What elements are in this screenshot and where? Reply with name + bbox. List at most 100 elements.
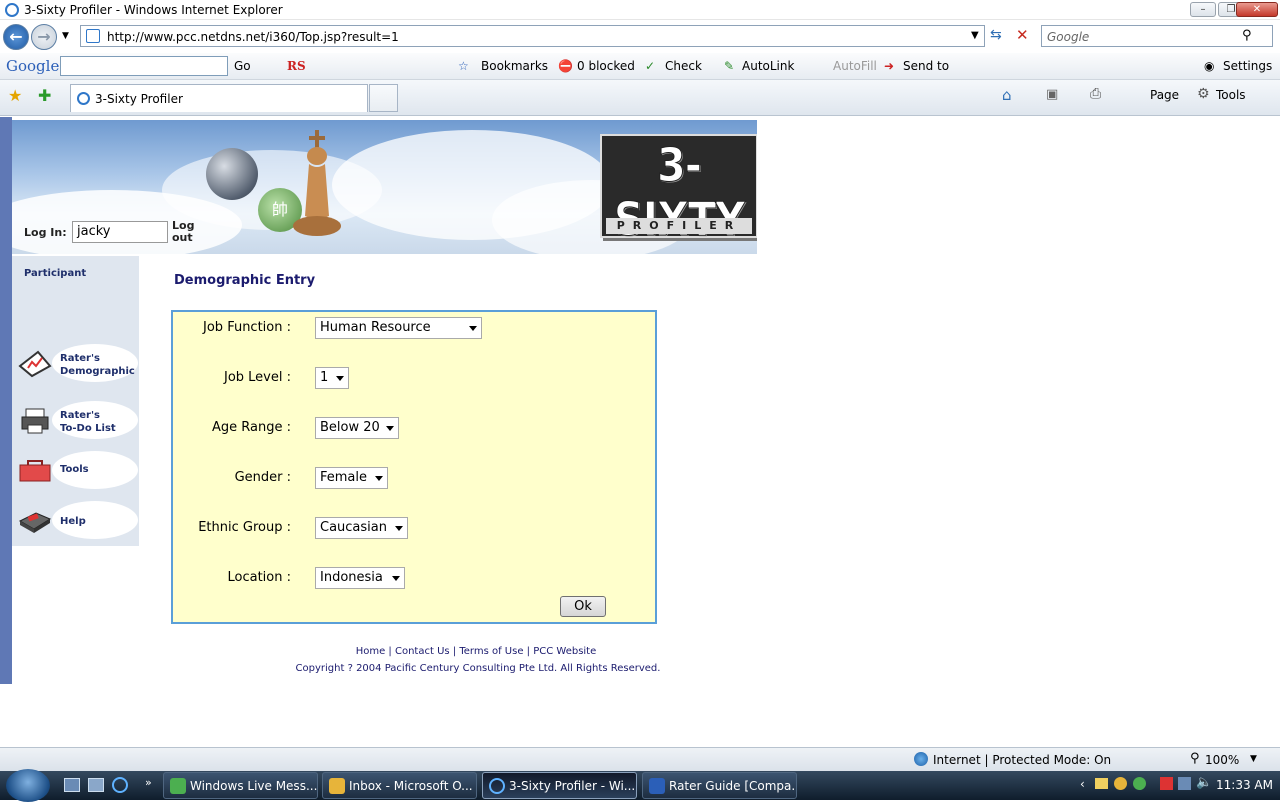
chevron-down-icon bbox=[336, 376, 344, 381]
taskbar-item-label: Rater Guide [Compa... bbox=[669, 779, 797, 793]
3-sixty-profiler-logo: 3-SIXTY PROFILER bbox=[600, 134, 757, 247]
security-zone-text[interactable]: Internet | Protected Mode: On bbox=[933, 753, 1111, 767]
footer-pcc-link[interactable]: PCC Website bbox=[533, 646, 596, 657]
search-placeholder: Google bbox=[1047, 30, 1090, 44]
sidebar-item-label: Rater's bbox=[60, 410, 100, 421]
zoom-icon: ⚲ bbox=[1190, 751, 1200, 766]
autofill-button[interactable]: AutoFill bbox=[833, 59, 877, 73]
sidebar-item-raters-demographic[interactable]: Rater's Demographic bbox=[18, 344, 138, 382]
google-go-button[interactable]: Go bbox=[234, 59, 251, 73]
forward-button[interactable]: → bbox=[31, 24, 57, 50]
home-icon[interactable]: ⌂ bbox=[1002, 86, 1012, 104]
gender-select[interactable]: Female bbox=[315, 467, 388, 489]
send-to-button[interactable]: Send to bbox=[903, 59, 949, 73]
feeds-icon[interactable]: ▣ bbox=[1046, 87, 1058, 102]
ie-icon bbox=[5, 3, 19, 17]
popup-blocked-count[interactable]: 0 blocked bbox=[577, 59, 635, 73]
ok-button[interactable]: Ok bbox=[560, 596, 606, 617]
google-logo: Google bbox=[6, 57, 60, 75]
sidebar-section-participant: Participant bbox=[24, 268, 87, 279]
footer-terms-link[interactable]: Terms of Use bbox=[459, 646, 523, 657]
taskbar-item-3-sixty-profiler[interactable]: 3-Sixty Profiler - Wi... bbox=[482, 772, 637, 799]
printer-icon bbox=[18, 405, 52, 435]
autolink-button[interactable]: AutoLink bbox=[742, 59, 794, 73]
tray-buddy-icon[interactable] bbox=[1133, 777, 1146, 790]
show-desktop-icon[interactable] bbox=[64, 778, 80, 792]
bookmark-star-icon[interactable]: ☆ bbox=[458, 59, 469, 73]
taskbar-item-label: Inbox - Microsoft O... bbox=[349, 779, 473, 793]
taskbar-item-inbox-outlook[interactable]: Inbox - Microsoft O... bbox=[322, 772, 477, 799]
back-button[interactable]: ← bbox=[3, 24, 29, 50]
age-range-select[interactable]: Below 20 bbox=[315, 417, 399, 439]
logout-link[interactable]: Log out bbox=[172, 220, 194, 244]
login-username-input[interactable]: jacky bbox=[72, 221, 168, 243]
sidebar-item-tools[interactable]: Tools bbox=[18, 451, 138, 489]
window-title: 3-Sixty Profiler - Windows Internet Expl… bbox=[24, 3, 283, 17]
zoom-level[interactable]: 100% bbox=[1205, 753, 1239, 767]
rs-button[interactable]: RS bbox=[287, 59, 306, 73]
settings-icon: ◉ bbox=[1204, 59, 1215, 73]
search-icon[interactable]: ⚲ bbox=[1242, 28, 1252, 43]
footer-home-link[interactable]: Home bbox=[356, 646, 386, 657]
google-search-box[interactable] bbox=[60, 56, 228, 76]
print-icon[interactable]: ⎙ bbox=[1090, 86, 1101, 102]
bookmarks-menu[interactable]: Bookmarks bbox=[481, 59, 548, 73]
chart-paper-icon bbox=[18, 348, 52, 378]
new-tab-button[interactable] bbox=[369, 84, 398, 112]
help-button-icon bbox=[18, 505, 52, 535]
job-level-value: 1 bbox=[320, 370, 329, 385]
footer-contact-link[interactable]: Contact Us bbox=[395, 646, 450, 657]
job-level-select[interactable]: 1 bbox=[315, 367, 349, 389]
quicklaunch-more-icon[interactable]: » bbox=[145, 776, 152, 789]
clock[interactable]: 11:33 AM bbox=[1216, 778, 1273, 792]
sidebar-item-help[interactable]: Help bbox=[18, 501, 138, 539]
tray-network-icon[interactable] bbox=[1178, 777, 1191, 790]
location-value: Indonesia bbox=[320, 570, 383, 585]
ethnic-group-label: Ethnic Group : bbox=[198, 520, 291, 535]
tab-bar: ★ ✚ 3-Sixty Profiler ⌂ ▣ ⎙ Page ⚙ Tools bbox=[0, 80, 1280, 116]
start-button[interactable] bbox=[6, 769, 50, 802]
copyright-text: Copyright ? 2004 Pacific Century Consult… bbox=[295, 663, 661, 674]
tab-3-sixty-profiler[interactable]: 3-Sixty Profiler bbox=[70, 84, 368, 112]
google-toolbar: Google Go RS ☆ Bookmarks ⛔ 0 blocked ✓ C… bbox=[0, 53, 1280, 80]
add-favorites-icon[interactable]: ✚ bbox=[38, 86, 51, 105]
minimize-button[interactable]: – bbox=[1190, 2, 1216, 17]
footer-links: Home | Contact Us | Terms of Use | PCC W… bbox=[355, 646, 597, 657]
sidebar-item-raters-todo-list[interactable]: Rater's To-Do List bbox=[18, 401, 138, 439]
tray-expand-icon[interactable]: ‹ bbox=[1080, 777, 1085, 791]
taskbar-item-rater-guide[interactable]: Rater Guide [Compa... bbox=[642, 772, 797, 799]
page-menu[interactable]: Page bbox=[1150, 88, 1179, 102]
close-window-button[interactable]: ✕ bbox=[1236, 2, 1278, 17]
job-function-select[interactable]: Human Resource bbox=[315, 317, 482, 339]
sidebar-item-label: To-Do List bbox=[60, 423, 116, 434]
ethnic-group-select[interactable]: Caucasian bbox=[315, 517, 408, 539]
tray-security-icon[interactable] bbox=[1160, 777, 1173, 790]
tray-volume-icon[interactable]: 🔈 bbox=[1196, 775, 1212, 790]
job-level-label: Job Level : bbox=[224, 370, 291, 385]
taskbar-item-windows-live-messenger[interactable]: Windows Live Mess... bbox=[163, 772, 318, 799]
ethnic-group-value: Caucasian bbox=[320, 520, 387, 535]
favorites-star-icon[interactable]: ★ bbox=[8, 86, 22, 105]
switch-windows-icon[interactable] bbox=[88, 778, 104, 792]
refresh-icon[interactable]: ⇆ bbox=[990, 27, 1002, 43]
gender-label: Gender : bbox=[234, 470, 291, 485]
chevron-down-icon bbox=[375, 476, 383, 481]
left-stripe bbox=[0, 117, 12, 684]
tray-messenger-icon[interactable] bbox=[1114, 777, 1127, 790]
check-button[interactable]: Check bbox=[665, 59, 702, 73]
settings-button[interactable]: Settings bbox=[1223, 59, 1272, 73]
sidebar: Participant Rater's Demographic Rater's … bbox=[12, 256, 139, 546]
ie-quicklaunch-icon[interactable] bbox=[112, 777, 128, 793]
search-field[interactable]: Google ⚲ bbox=[1041, 25, 1273, 47]
location-select[interactable]: Indonesia bbox=[315, 567, 405, 589]
history-dropdown-icon[interactable]: ▼ bbox=[62, 31, 69, 41]
login-label: Log In: bbox=[24, 226, 67, 239]
tray-mail-icon[interactable] bbox=[1095, 778, 1108, 789]
address-dropdown-icon[interactable]: ▼ bbox=[971, 30, 979, 41]
chevron-down-icon bbox=[395, 526, 403, 531]
send-to-icon: ➜ bbox=[884, 59, 895, 73]
tools-menu[interactable]: Tools bbox=[1216, 88, 1246, 102]
zoom-dropdown-icon[interactable]: ▼ bbox=[1250, 754, 1257, 764]
stop-icon[interactable]: ✕ bbox=[1016, 26, 1029, 44]
address-bar[interactable]: http://www.pcc.netdns.net/i360/Top.jsp?r… bbox=[80, 25, 985, 47]
